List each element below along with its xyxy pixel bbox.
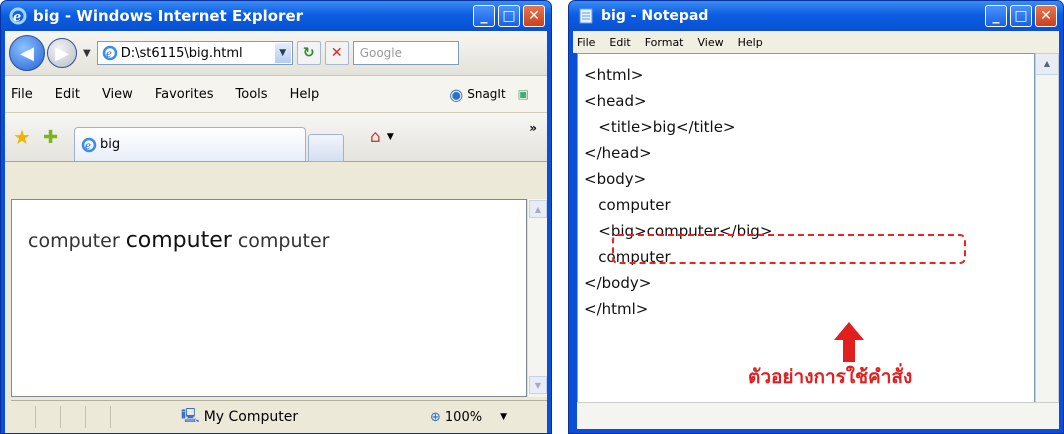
refresh-button[interactable]: ↻ [296,41,321,65]
ie-window: e big - Windows Internet Explorer _ □ ✕ … [0,0,552,434]
snagit-button[interactable]: ◉ SnagIt ▣ [449,85,529,104]
security-zone: 🖳 My Computer [181,405,298,429]
notepad-text-area[interactable]: <html> <head> <title>big</title> </head>… [577,53,1035,405]
status-cell [36,406,61,428]
close-button[interactable]: ✕ [523,5,545,27]
chevron-down-icon[interactable]: ▼ [274,43,291,63]
menu-view[interactable]: View [102,87,133,102]
page-scrollbar[interactable]: ▲ ▼ [527,199,547,397]
address-text: D:\st6115\big.html [120,45,243,61]
np-horizontal-scrollbar[interactable] [577,402,1059,429]
address-toolbar: ◀ ▶ ▼ e D:\st6115\big.html ▼ ↻ ✕ Google [5,31,547,76]
svg-text:e: e [13,10,21,25]
snagit-label: SnagIt [467,87,506,101]
code-line: </head> [584,144,652,162]
computer-icon: 🖳 [181,408,200,424]
zoom-control[interactable]: ⊕ 100% ▼ [430,410,507,425]
code-line: <body> [584,170,647,188]
content-word-normal-1: computer [28,230,120,252]
code-line: <html> [584,66,644,84]
snagit-capture-icon[interactable]: ▣ [518,87,529,101]
np-menu-view[interactable]: View [698,36,724,49]
notepad-window: big - Notepad _ □ ✕ File Edit Format Vie… [568,0,1064,434]
address-bar[interactable]: e D:\st6115\big.html ▼ [96,41,293,65]
menu-file[interactable]: File [11,87,33,102]
zoom-dropdown-icon[interactable]: ▼ [500,412,507,422]
scroll-down-icon[interactable]: ▼ [529,376,547,394]
maximize-button[interactable]: □ [498,5,520,27]
notepad-window-title: big - Notepad [601,8,709,24]
menu-favorites[interactable]: Favorites [155,87,214,102]
svg-text:e: e [85,141,91,152]
toolbar-overflow-icon[interactable]: » [529,121,537,135]
np-menu-file[interactable]: File [577,36,595,49]
highlight-dashed-box [612,234,966,264]
code-line: </html> [584,300,649,318]
stop-button[interactable]: ✕ [324,41,349,65]
np-menu-format[interactable]: Format [645,36,684,49]
ie-logo-icon: e [9,7,27,25]
tab-bar: ★ ✚ e big ⌂ ▼ » [5,113,547,162]
search-input[interactable]: Google [352,41,459,65]
ie-tab-icon: e [81,137,97,152]
forward-button[interactable]: ▶ [47,38,77,68]
page-content: computer computer computer [11,199,527,397]
code-line: <title>big</title> [584,118,736,136]
np-menu-edit[interactable]: Edit [609,36,630,49]
zoom-level: 100% [444,409,483,425]
menu-edit[interactable]: Edit [55,87,80,102]
zoom-icon: ⊕ [430,409,441,425]
tab-big[interactable]: e big [74,127,307,161]
menu-tools[interactable]: Tools [236,87,268,102]
np-minimize-button[interactable]: _ [985,5,1007,27]
minimize-button[interactable]: _ [473,5,495,27]
zone-label: My Computer [203,409,299,425]
content-word-big: computer [125,228,232,253]
content-word-normal-2: computer [237,230,330,252]
svg-text:e: e [106,49,112,60]
tab-label: big [100,137,121,152]
code-line: computer [584,196,671,214]
menu-bar: File Edit View Favorites Tools Help ◉ Sn… [5,76,547,113]
ie-window-title: big - Windows Internet Explorer [33,7,304,25]
status-cell [11,406,36,428]
thai-annotation: ตัวอย่างการใช้คำสั่ง [748,366,913,388]
snagit-icon: ◉ [449,84,464,104]
np-scroll-up-icon[interactable]: ▲ [1036,54,1058,75]
code-line: </body> [584,274,652,292]
menu-help[interactable]: Help [290,87,320,102]
np-menu-help[interactable]: Help [738,36,763,49]
status-bar: 🖳 My Computer ⊕ 100% ▼ [11,400,547,433]
back-button[interactable]: ◀ [9,35,45,71]
home-dropdown-icon[interactable]: ▼ [387,132,394,142]
ie-titlebar[interactable]: e big - Windows Internet Explorer _ □ ✕ [1,1,551,31]
add-favorites-icon[interactable]: ✚ [43,127,58,148]
status-cell [61,406,86,428]
home-icon[interactable]: ⌂ [370,127,381,147]
notepad-icon [579,8,593,24]
new-tab-button[interactable] [308,134,345,162]
status-cell [86,406,111,428]
np-menu-bar: File Edit Format View Help [573,31,1059,53]
np-maximize-button[interactable]: □ [1010,5,1032,27]
code-line: <head> [584,92,647,110]
notepad-titlebar[interactable]: big - Notepad _ □ ✕ [569,1,1063,31]
history-dropdown-icon[interactable]: ▼ [83,48,91,59]
scroll-up-icon[interactable]: ▲ [529,200,547,218]
favorites-star-icon[interactable]: ★ [13,125,31,149]
np-vertical-scrollbar[interactable]: ▲ [1035,53,1059,405]
red-up-arrow-icon [834,322,864,362]
ie-page-icon: e [102,45,117,61]
np-close-button[interactable]: ✕ [1035,5,1057,27]
